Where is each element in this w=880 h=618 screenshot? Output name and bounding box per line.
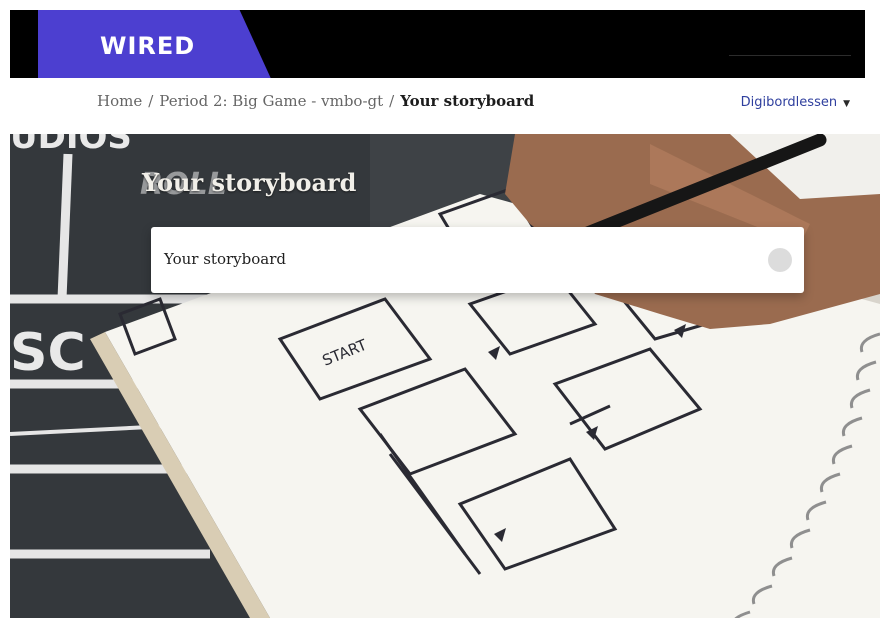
caret-down-icon[interactable]: ▼ xyxy=(843,99,850,109)
breadcrumb-home-link[interactable]: Home xyxy=(97,92,142,110)
svg-text:UDIOS: UDIOS xyxy=(10,134,132,157)
storyboard-photo: SC UDIOS ROLL START xyxy=(10,134,880,618)
svg-text:SC: SC xyxy=(10,323,86,383)
top-right-divider xyxy=(729,55,851,56)
breadcrumb-separator: / xyxy=(148,92,154,110)
breadcrumb-separator: / xyxy=(389,92,395,110)
wired-logo[interactable]: WIRED xyxy=(100,32,195,60)
breadcrumb-period-link[interactable]: Period 2: Big Game - vmbo-gt xyxy=(159,92,383,110)
activity-name-link[interactable]: Your storyboard xyxy=(164,250,286,268)
breadcrumb-current: Your storyboard xyxy=(400,92,535,110)
top-navbar: WIRED xyxy=(10,10,865,78)
language-dropdown-label[interactable]: Digibordlessen xyxy=(741,95,837,110)
activity-card[interactable]: Your storyboard xyxy=(151,227,804,293)
completion-circle-icon[interactable] xyxy=(768,248,792,272)
hero-title: Your storyboard xyxy=(142,168,357,197)
hero-banner: SC UDIOS ROLL START Your storyboard Your… xyxy=(10,134,880,618)
language-dropdown[interactable]: Digibordlessen ▼ xyxy=(741,95,850,110)
breadcrumb: Home / Period 2: Big Game - vmbo-gt / Your s… xyxy=(97,92,534,110)
